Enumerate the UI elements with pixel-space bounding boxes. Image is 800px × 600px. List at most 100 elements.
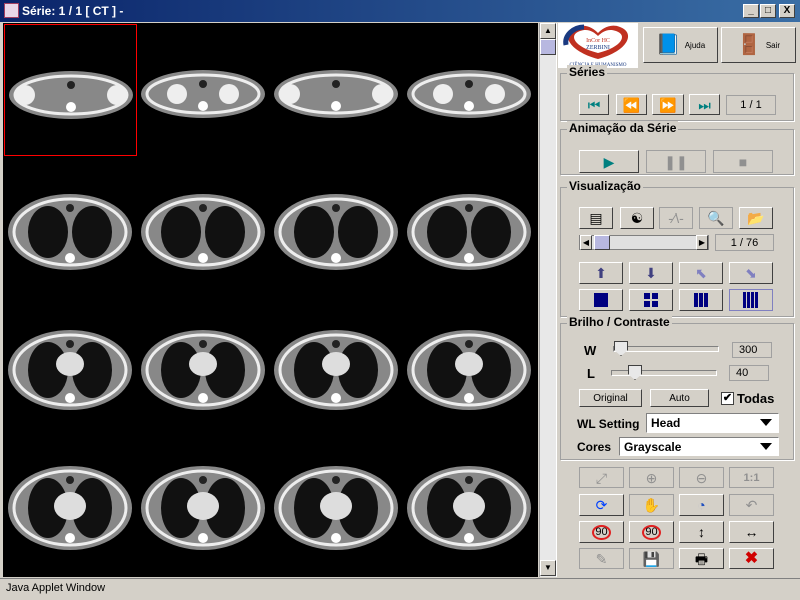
prev-series-button[interactable]: ⏪ (616, 94, 647, 115)
next-image-button[interactable]: ⬇ (629, 262, 673, 284)
series-counter: 1 / 1 (726, 95, 776, 115)
prev-image-button[interactable]: ⬆ (579, 262, 623, 284)
ct-slice-thumbnail[interactable] (403, 24, 536, 156)
ct-slice-thumbnail[interactable] (137, 300, 270, 432)
book-icon: 📘 (655, 34, 681, 56)
stop-icon: ■ (738, 153, 748, 170)
floppy-icon: 💾 (642, 550, 661, 567)
measure-button[interactable]: ◔ (679, 494, 724, 516)
printer-icon: 🖶 (694, 550, 709, 567)
ct-slice-thumbnail[interactable] (270, 300, 403, 432)
dicom-info-button[interactable]: ▤ (579, 207, 613, 229)
layout-4x4-button[interactable] (729, 289, 773, 311)
scroll-down-button[interactable]: ▼ (540, 560, 556, 576)
layout-3x3-button[interactable] (679, 289, 723, 311)
original-button[interactable]: Original (579, 389, 642, 407)
image-scrollbar[interactable]: ◀ ▶ (579, 235, 709, 250)
todas-checkbox[interactable]: ✔ (721, 392, 734, 405)
auto-button[interactable]: Auto (650, 389, 709, 407)
waveform-button[interactable]: -⁄\- (659, 207, 693, 229)
pause-button[interactable]: ❚❚ (646, 150, 706, 173)
skip-first-icon: ⏮ (587, 96, 601, 113)
image-scroll-left[interactable]: ◀ (580, 235, 592, 250)
arrow-down-right-icon: ⬊ (745, 265, 757, 281)
flip-horizontal-button[interactable]: ↔ (729, 521, 774, 543)
exit-button[interactable]: 🚪 Sair (721, 27, 796, 63)
zoom-out-button[interactable]: ⊖ (679, 467, 724, 488)
last-series-button[interactable]: ⏭ (689, 94, 720, 115)
cores-select[interactable]: Grayscale (619, 437, 779, 456)
actual-size-button[interactable]: 1:1 (729, 467, 774, 488)
save-button[interactable]: 💾 (629, 548, 674, 569)
close-window-button[interactable]: X (779, 4, 795, 18)
print-button[interactable]: 🖶 (679, 548, 724, 569)
rotate-left-button[interactable]: 90 (629, 521, 674, 543)
document-icon: ▤ (589, 210, 603, 226)
arrow-up-icon: ⬆ (595, 265, 607, 281)
rotate-right-button[interactable]: 90 (579, 521, 624, 543)
scroll-up-button[interactable]: ▲ (540, 23, 556, 39)
ct-slice-thumbnail[interactable] (270, 24, 403, 156)
ct-slice-thumbnail[interactable] (137, 24, 270, 156)
scroll-thumb[interactable] (540, 39, 556, 55)
ct-slice-thumbnail[interactable] (403, 300, 536, 432)
level-value[interactable]: 40 (729, 365, 769, 381)
ct-slice-thumbnail[interactable] (4, 24, 137, 156)
flip-vertical-button[interactable]: ↕ (679, 521, 724, 543)
ct-slice-thumbnail[interactable] (4, 162, 137, 294)
magnifier-button[interactable]: 🔍 (699, 207, 733, 229)
zoom-in-button[interactable]: ⊕ (629, 467, 674, 488)
status-bar: Java Applet Window (0, 578, 800, 600)
invert-button[interactable]: ☯ (620, 207, 654, 229)
window-slider-knob[interactable] (614, 341, 628, 356)
ct-slice-thumbnail[interactable] (270, 162, 403, 294)
expand-icon: ⤢ (595, 469, 608, 486)
open-folder-button[interactable]: 📂 (739, 207, 773, 229)
undo-button[interactable]: ↶ (729, 494, 774, 516)
refresh-button[interactable]: ⟳ (579, 494, 624, 516)
stop-button[interactable]: ■ (713, 150, 773, 173)
window-title: Série: 1 / 1 [ CT ] - (22, 4, 124, 18)
help-button[interactable]: 📘 Ajuda (643, 27, 718, 63)
edit-button[interactable]: ✎ (579, 548, 624, 569)
layout-1x1-button[interactable] (579, 289, 623, 311)
ct-slice-thumbnail[interactable] (4, 438, 137, 570)
minimize-button[interactable]: _ (743, 4, 759, 18)
image-scroll-right[interactable]: ▶ (696, 235, 708, 250)
layout-2x2-button[interactable] (629, 289, 673, 311)
wl-setting-select[interactable]: Head (646, 413, 779, 433)
ruler-icon: ◔ (697, 497, 706, 513)
image-viewer[interactable] (3, 23, 538, 577)
next-series-button[interactable]: ⏩ (652, 94, 684, 115)
first-image-button[interactable]: ⬉ (679, 262, 723, 284)
viewer-scrollbar[interactable]: ▲ ▼ (539, 23, 556, 577)
level-slider[interactable] (611, 365, 717, 380)
level-slider-knob[interactable] (628, 365, 642, 380)
zoom-in-icon: ⊕ (645, 469, 658, 486)
ct-slice-thumbnail[interactable] (403, 162, 536, 294)
pan-button[interactable]: ✋ (629, 494, 674, 516)
window-value[interactable]: 300 (732, 342, 772, 358)
play-button[interactable]: ▶ (579, 150, 639, 173)
visualization-group: Visualização ▤ ☯ -⁄\- 🔍 📂 ◀ ▶ 1 / 76 ⬆ ⬇… (560, 179, 794, 317)
ct-slice-thumbnail[interactable] (137, 438, 270, 570)
yin-yang-icon: ☯ (630, 210, 644, 226)
level-label: L (587, 366, 595, 381)
last-image-button[interactable]: ⬊ (729, 262, 773, 284)
close-button[interactable]: ✖ (729, 548, 774, 569)
maximize-button[interactable]: □ (760, 4, 776, 18)
ct-slice-thumbnail[interactable] (270, 438, 403, 570)
arrow-up-left-icon: ⬉ (695, 265, 707, 281)
visualization-title: Visualização (567, 179, 643, 193)
ct-slice-thumbnail[interactable] (4, 300, 137, 432)
first-series-button[interactable]: ⏮ (579, 94, 609, 115)
ct-slice-thumbnail[interactable] (403, 438, 536, 570)
window-slider[interactable] (613, 341, 719, 356)
window-label: W (584, 343, 597, 358)
fit-screen-button[interactable]: ⤢ (579, 467, 624, 488)
magnifier-icon: 🔍 (707, 210, 725, 226)
ct-slice-thumbnail[interactable] (137, 162, 270, 294)
grid-1x1-icon (594, 293, 608, 307)
image-scroll-thumb[interactable] (594, 235, 610, 250)
fast-forward-icon: ⏩ (659, 96, 677, 113)
